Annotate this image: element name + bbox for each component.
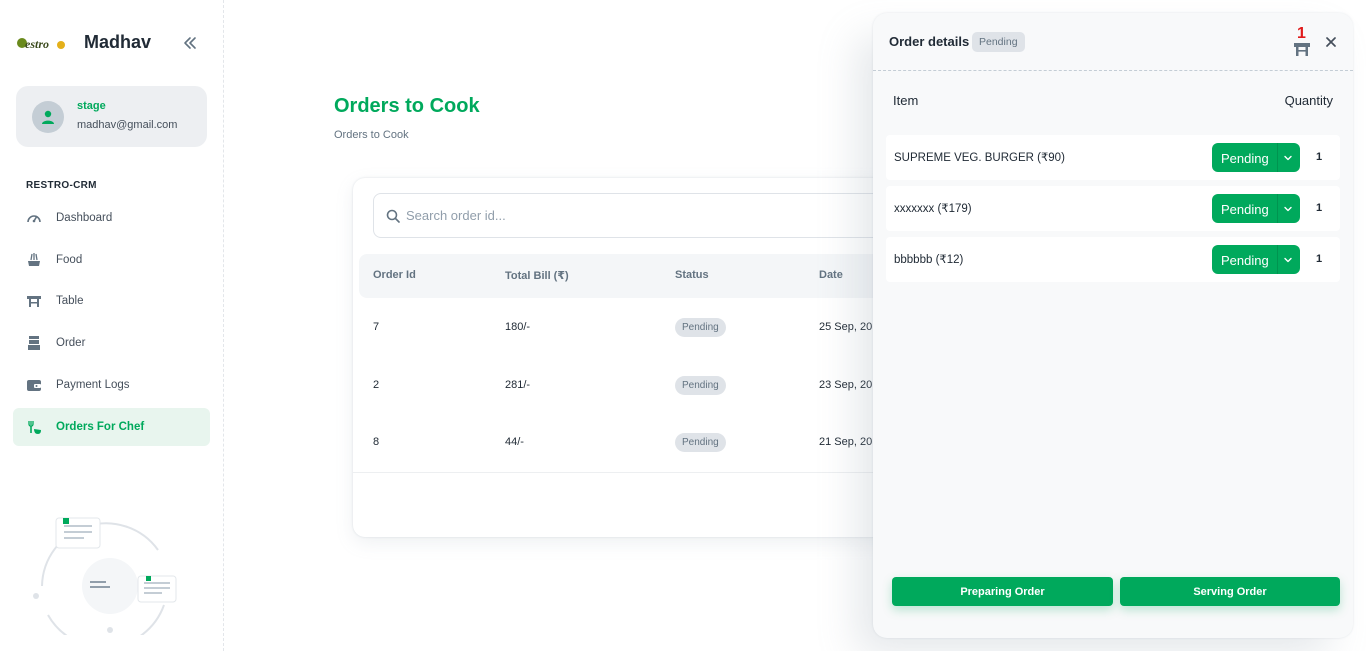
- table-row[interactable]: 8 44/- Pending 21 Sep, 20: [359, 413, 953, 470]
- total-bill-cell: 44/-: [505, 436, 524, 448]
- item-name: xxxxxxx (₹179): [894, 203, 972, 215]
- order-id-cell: 8: [373, 436, 380, 448]
- status-badge: Pending: [675, 433, 726, 452]
- order-item-row: xxxxxxx (₹179) Pending 1: [886, 186, 1340, 231]
- table-header: Order Id Total Bill (₹) Status Date: [359, 254, 953, 298]
- table-row[interactable]: 7 180/- Pending 25 Sep, 20: [359, 298, 953, 355]
- collapse-sidebar-button[interactable]: [180, 33, 200, 53]
- order-icon: [25, 334, 43, 352]
- select-separator: [1277, 143, 1278, 172]
- select-separator: [1277, 194, 1278, 223]
- sidebar-item-label: Table: [56, 295, 84, 307]
- chef-icon: [25, 418, 43, 436]
- item-status-value: Pending: [1221, 253, 1269, 268]
- sidebar-item-order[interactable]: Order: [13, 324, 210, 362]
- status-badge: Pending: [675, 376, 726, 395]
- chevron-down-icon: [1284, 257, 1292, 263]
- order-id-cell: 2: [373, 379, 380, 391]
- search-box: [373, 193, 933, 238]
- app-root: estro Madhav stage madhav@gmail.com REST…: [0, 0, 1366, 651]
- nav-section-label: RESTRO-CRM: [26, 180, 97, 191]
- item-status-select[interactable]: Pending: [1212, 143, 1300, 172]
- drawer-divider: [873, 70, 1353, 71]
- avatar: [32, 101, 64, 133]
- dashboard-icon: [25, 209, 43, 227]
- item-status-value: Pending: [1221, 151, 1269, 166]
- search-icon: [386, 209, 400, 223]
- table-row[interactable]: 2 281/- Pending 23 Sep, 20: [359, 356, 953, 413]
- date-cell: 23 Sep, 20: [819, 379, 873, 391]
- sidebar-item-table[interactable]: Table: [13, 282, 210, 320]
- sidebar-item-label: Food: [56, 254, 83, 266]
- item-status-select[interactable]: Pending: [1212, 194, 1300, 223]
- close-drawer-button[interactable]: [1323, 34, 1339, 50]
- svg-text:estro: estro: [25, 37, 49, 51]
- column-header-quantity: Quantity: [1284, 93, 1333, 108]
- serving-order-button[interactable]: Serving Order: [1120, 577, 1340, 606]
- table-number-indicator[interactable]: 1: [1291, 25, 1313, 59]
- brand-logo[interactable]: estro: [16, 30, 66, 56]
- order-id-cell: 7: [373, 321, 380, 333]
- food-icon: [25, 251, 43, 269]
- account-name: stage: [77, 100, 106, 112]
- sidebar-item-label: Order: [56, 337, 86, 349]
- column-header-order-id[interactable]: Order Id: [373, 269, 416, 281]
- orders-card: Order Id Total Bill (₹) Status Date 7 18…: [353, 178, 953, 537]
- search-input[interactable]: [406, 194, 926, 237]
- sidebar-item-dashboard[interactable]: Dashboard: [13, 199, 210, 237]
- close-icon: [1326, 37, 1336, 47]
- column-header-total-bill[interactable]: Total Bill (₹): [505, 269, 569, 282]
- account-card[interactable]: stage madhav@gmail.com: [16, 86, 207, 147]
- sidebar-item-label: Payment Logs: [56, 379, 130, 391]
- chevron-down-icon: [1284, 206, 1292, 212]
- column-header-item: Item: [893, 93, 919, 108]
- sidebar-item-payment-logs[interactable]: Payment Logs: [13, 366, 210, 404]
- order-status-badge: Pending: [972, 32, 1025, 52]
- preparing-order-button[interactable]: Preparing Order: [892, 577, 1113, 606]
- item-quantity: 1: [1316, 202, 1323, 214]
- breadcrumb: Orders to Cook: [334, 129, 409, 141]
- date-cell: 21 Sep, 20: [819, 436, 873, 448]
- item-name: bbbbbb (₹12): [894, 254, 964, 266]
- double-chevron-left-icon: [184, 37, 196, 49]
- total-bill-cell: 281/-: [505, 379, 531, 391]
- item-status-select[interactable]: Pending: [1212, 245, 1300, 274]
- date-cell: 25 Sep, 20: [819, 321, 873, 333]
- table-number: 1: [1297, 25, 1306, 42]
- order-item-row: SUPREME VEG. BURGER (₹90) Pending 1: [886, 135, 1340, 180]
- documents-illustration-icon: [33, 517, 177, 649]
- item-quantity: 1: [1316, 151, 1323, 163]
- status-badge: Pending: [675, 318, 726, 337]
- drawer-title: Order details: [889, 34, 970, 49]
- sidebar: estro Madhav stage madhav@gmail.com REST…: [0, 0, 224, 651]
- restro-logo-icon: estro: [17, 37, 65, 51]
- wallet-icon: [25, 376, 43, 394]
- sidebar-item-orders-for-chef[interactable]: Orders For Chef: [13, 408, 210, 446]
- order-item-row: bbbbbb (₹12) Pending 1: [886, 237, 1340, 282]
- table-icon: [25, 292, 43, 310]
- sidebar-item-food[interactable]: Food: [13, 241, 210, 279]
- order-details-drawer: Order details Pending 1 Item Quantity SU…: [873, 13, 1353, 638]
- page-title: Orders to Cook: [334, 95, 480, 117]
- brand-name: Madhav: [84, 32, 152, 52]
- user-icon: [42, 110, 54, 124]
- sidebar-item-label: Orders For Chef: [56, 421, 145, 433]
- column-header-status[interactable]: Status: [675, 269, 709, 281]
- item-name: SUPREME VEG. BURGER (₹90): [894, 152, 1065, 164]
- item-status-value: Pending: [1221, 202, 1269, 217]
- chevron-down-icon: [1284, 155, 1292, 161]
- total-bill-cell: 180/-: [505, 321, 531, 333]
- table-footer-divider: [353, 472, 953, 473]
- table-icon: [1294, 43, 1310, 56]
- account-email: madhav@gmail.com: [77, 119, 178, 131]
- sidebar-item-label: Dashboard: [56, 212, 113, 224]
- sidebar-illustration: [28, 510, 188, 649]
- item-quantity: 1: [1316, 253, 1323, 265]
- column-header-date[interactable]: Date: [819, 269, 843, 281]
- restro-logo: estro: [16, 32, 66, 54]
- select-separator: [1277, 245, 1278, 274]
